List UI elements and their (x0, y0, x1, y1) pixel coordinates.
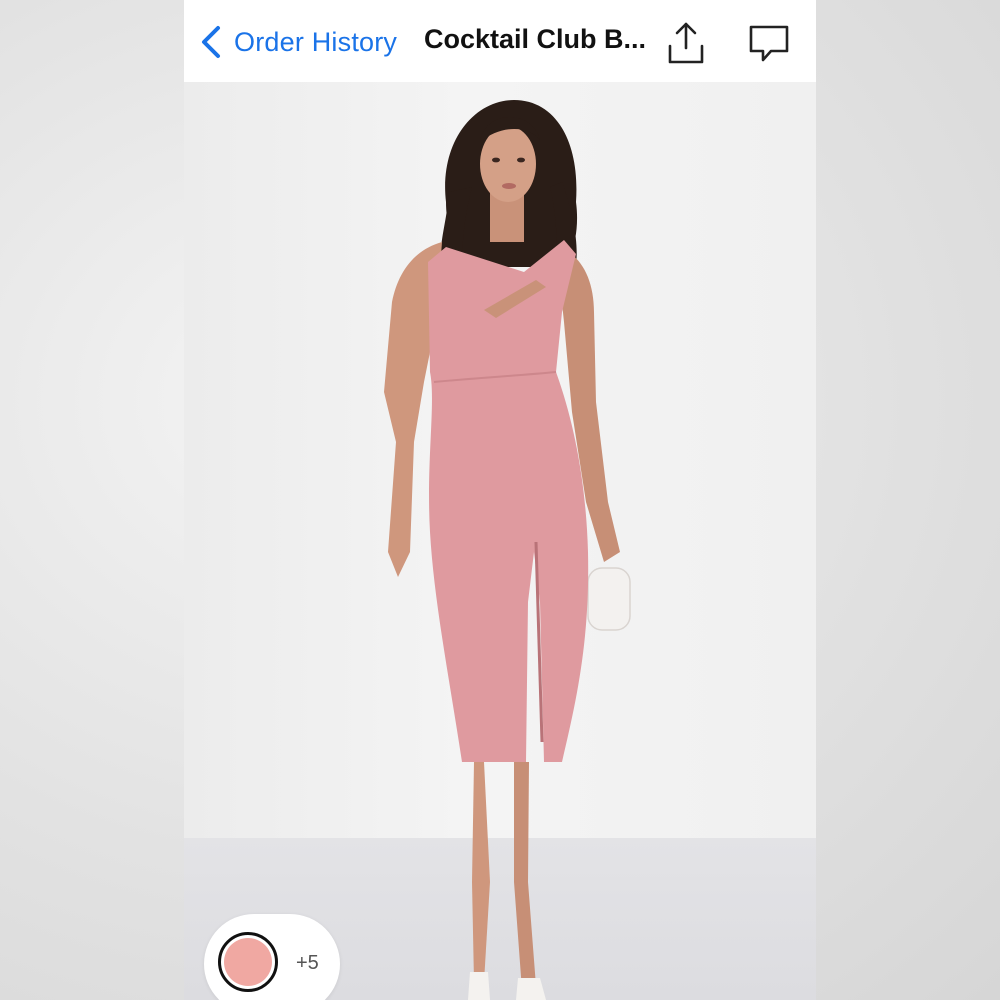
page-title: Cocktail Club B... (424, 24, 647, 54)
comment-icon (749, 25, 789, 62)
selected-swatch[interactable] (218, 932, 278, 992)
back-button[interactable]: Order History (196, 18, 397, 66)
share-button[interactable] (664, 20, 708, 66)
swatch-color-dot (224, 938, 272, 986)
comment-button[interactable] (746, 22, 792, 64)
back-label: Order History (234, 26, 398, 57)
app-screen: Order History Cocktail Club B... +5 (184, 0, 816, 1000)
model-figure (384, 100, 631, 1000)
navigation-bar: Order History Cocktail Club B... (184, 0, 816, 82)
share-icon (668, 22, 704, 64)
color-swatch-selector[interactable]: +5 (204, 914, 340, 1000)
chevron-left-icon (202, 26, 220, 58)
more-colors-count[interactable]: +5 (296, 952, 319, 975)
product-image[interactable] (184, 82, 816, 1000)
